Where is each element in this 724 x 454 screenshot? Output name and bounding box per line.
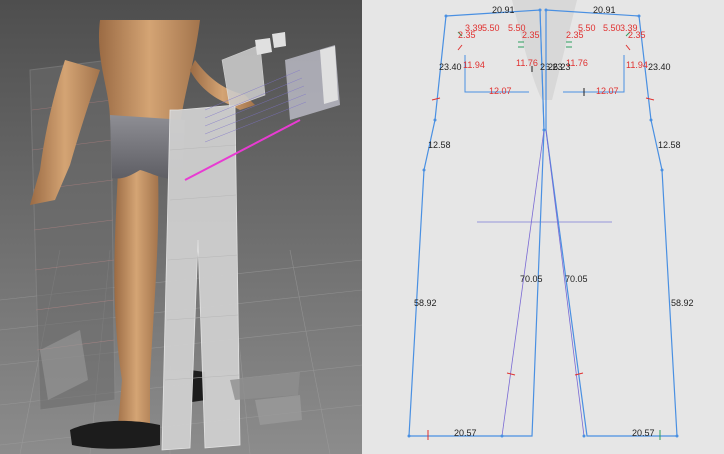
- pocket-depth-right-measure: 11.76: [516, 58, 538, 68]
- pocket-left-measure: 2.35: [566, 30, 584, 40]
- inseam-measure: 70.05: [520, 274, 543, 284]
- 2d-pattern-editor[interactable]: 20.91 3.39 5.50 5.50 2.35 2.35 23.40 11.…: [362, 0, 724, 454]
- pocket-right-measure: 2.35: [628, 30, 646, 40]
- pocket-depth-right-measure: 11.94: [626, 60, 648, 70]
- outseam-measure: 58.92: [671, 298, 694, 308]
- 3d-scene[interactable]: [0, 0, 362, 454]
- inseam-measure: 70.05: [565, 274, 588, 284]
- pocket-width-measure: 12.07: [489, 86, 512, 96]
- outseam-measure: 58.92: [414, 298, 437, 308]
- side-upper-measure: 23.40: [648, 62, 671, 72]
- pocket-right-measure: 2.35: [522, 30, 540, 40]
- pocket-width-measure: 12.07: [596, 86, 619, 96]
- pocket-depth-left-measure: 11.94: [463, 60, 485, 70]
- waist-measure: 20.91: [593, 5, 616, 15]
- hip-measure: 12.58: [658, 140, 681, 150]
- dart-a-right-measure: 5.50: [482, 23, 500, 33]
- hem-measure: 20.57: [632, 428, 655, 438]
- crotch-measure: 26.23: [548, 62, 571, 72]
- app-root: 20.91 3.39 5.50 5.50 2.35 2.35 23.40 11.…: [0, 0, 724, 454]
- 3d-viewport[interactable]: [0, 0, 362, 454]
- hip-measure: 12.58: [428, 140, 451, 150]
- waist-measure: 20.91: [492, 5, 515, 15]
- side-upper-measure: 23.40: [439, 62, 462, 72]
- pattern-canvas[interactable]: 20.91 3.39 5.50 5.50 2.35 2.35 23.40 11.…: [362, 0, 724, 454]
- hem-measure: 20.57: [454, 428, 477, 438]
- dart-a-right-measure: 5.50: [603, 23, 621, 33]
- pocket-left-measure: 2.35: [458, 30, 476, 40]
